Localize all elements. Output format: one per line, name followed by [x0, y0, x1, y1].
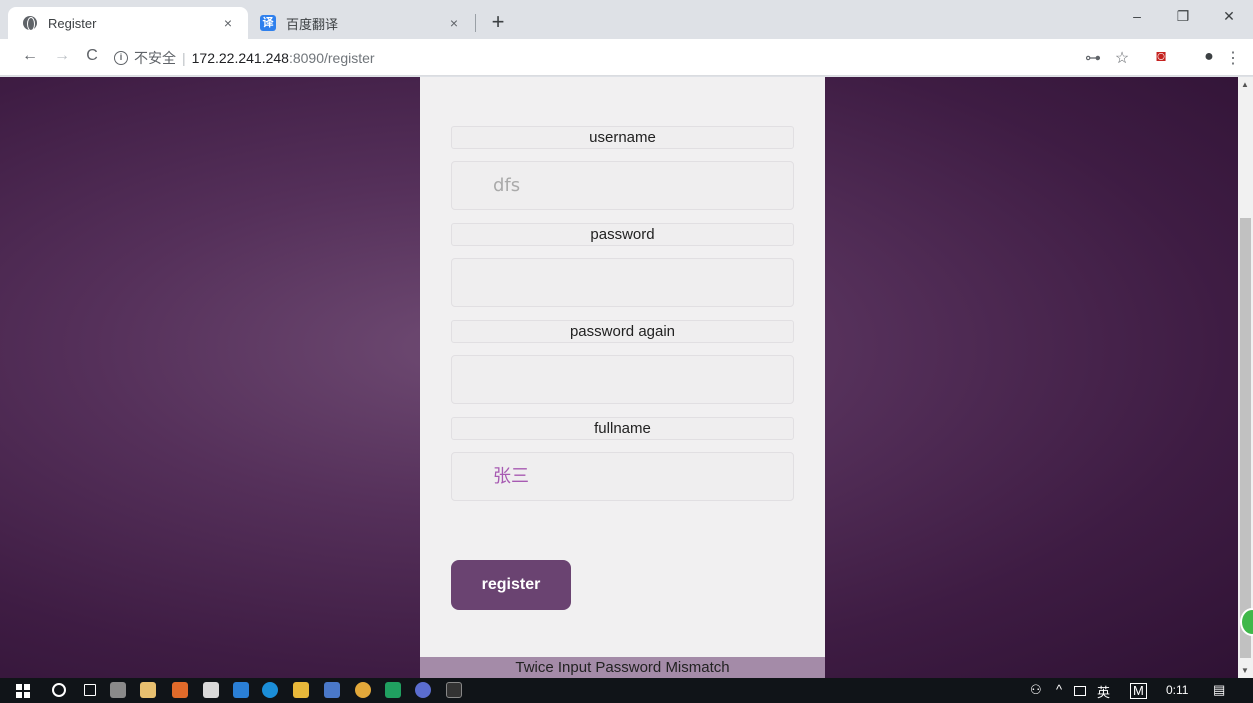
key-icon[interactable]: ⊶ — [1082, 48, 1104, 68]
scrollbar-thumb[interactable] — [1240, 218, 1251, 658]
fullname-input[interactable]: 张三 — [451, 452, 794, 501]
app-icon[interactable] — [324, 682, 340, 698]
globe-icon — [22, 15, 38, 31]
store-icon[interactable] — [140, 682, 156, 698]
address-separator: | — [182, 49, 186, 66]
password-again-label: password again — [451, 320, 794, 343]
username-input[interactable]: dfs — [451, 161, 794, 210]
notification-icon[interactable]: ▤ — [1213, 682, 1225, 698]
scroll-up-icon[interactable]: ▲ — [1241, 80, 1249, 89]
terminal-icon[interactable] — [446, 682, 462, 698]
tab-title: Register — [48, 15, 97, 31]
url-host: 172.22.241.248 — [191, 49, 289, 66]
close-window-button[interactable]: ✕ — [1206, 8, 1252, 25]
fullname-label: fullname — [451, 417, 794, 440]
app-icon[interactable] — [415, 682, 431, 698]
back-button[interactable]: ← — [18, 47, 42, 65]
address-bar[interactable]: i 不安全 | 172.22.241.248 :8090/register — [114, 45, 375, 70]
windows-taskbar: ⚇ ^ 英 M 0:11 ▤ — [0, 678, 1253, 703]
reload-button[interactable]: C — [80, 47, 104, 65]
clock[interactable]: 0:11 — [1166, 683, 1188, 697]
minimize-button[interactable]: – — [1114, 8, 1160, 24]
error-message: Twice Input Password Mismatch — [420, 657, 825, 678]
page-viewport: username dfs password password again ful… — [0, 77, 1238, 678]
tab-baidu-translate[interactable]: 译 百度翻译 × — [248, 7, 474, 39]
url-path: :8090/register — [288, 49, 375, 66]
app-icon[interactable] — [233, 682, 249, 698]
extension-icon[interactable]: ◙ — [1150, 48, 1172, 66]
new-tab-button[interactable]: + — [484, 9, 512, 35]
star-icon[interactable]: ☆ — [1111, 48, 1133, 68]
password-again-input[interactable] — [451, 355, 794, 404]
pycharm-icon[interactable] — [385, 682, 401, 698]
chrome-icon[interactable] — [355, 682, 371, 698]
password-label: password — [451, 223, 794, 246]
register-form: username dfs password password again ful… — [420, 77, 825, 678]
app-icon[interactable] — [172, 682, 188, 698]
baidu-translate-icon: 译 — [260, 15, 276, 31]
menu-icon[interactable]: ⋮ — [1222, 48, 1244, 68]
windows-start-icon[interactable] — [16, 684, 30, 698]
account-icon[interactable]: ● — [1198, 48, 1220, 66]
tab-strip: Register × 译 百度翻译 × + – ❐ ✕ — [0, 0, 1253, 39]
search-icon[interactable] — [52, 683, 66, 697]
tab-title: 百度翻译 — [286, 16, 339, 32]
ime-mode-indicator[interactable]: M — [1130, 683, 1147, 699]
username-label: username — [451, 126, 794, 149]
restore-button[interactable]: ❐ — [1160, 8, 1206, 25]
chevron-up-icon[interactable]: ^ — [1056, 682, 1062, 697]
tab-divider — [475, 14, 476, 32]
tab-close-icon[interactable]: × — [216, 15, 240, 31]
network-icon[interactable] — [1074, 686, 1086, 696]
file-explorer-icon[interactable] — [293, 682, 309, 698]
tab-register[interactable]: Register × — [8, 7, 248, 39]
password-input[interactable] — [451, 258, 794, 307]
security-indicator[interactable]: 不安全 — [134, 48, 176, 68]
mail-icon[interactable] — [203, 682, 219, 698]
app-icon[interactable] — [110, 682, 126, 698]
info-icon[interactable]: i — [114, 50, 128, 65]
task-view-icon[interactable] — [84, 684, 96, 696]
forward-button[interactable]: → — [50, 47, 74, 65]
scroll-down-icon[interactable]: ▼ — [1241, 666, 1249, 675]
browser-toolbar: ← → C i 不安全 | 172.22.241.248 :8090/regis… — [0, 39, 1253, 76]
ime-language-indicator[interactable]: 英 — [1097, 682, 1110, 701]
edge-icon[interactable] — [262, 682, 278, 698]
tab-close-icon[interactable]: × — [442, 15, 466, 31]
people-icon[interactable]: ⚇ — [1030, 682, 1042, 698]
register-button[interactable]: register — [451, 560, 571, 610]
